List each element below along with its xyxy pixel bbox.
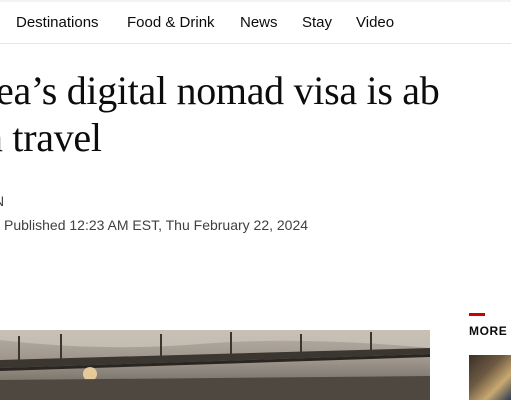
- article-byline[interactable]: N: [0, 193, 4, 209]
- headline-line-1: rea’s digital nomad visa is ab: [0, 68, 440, 113]
- published-timestamp: Published 12:23 AM EST, Thu February 22,…: [4, 217, 309, 233]
- article-headline: rea’s digital nomad visa is ab n travel: [0, 67, 440, 161]
- hero-bridge-scene: [0, 330, 430, 400]
- nav-item-video[interactable]: Video: [356, 14, 394, 32]
- more-sidebar: MORE: [469, 313, 511, 400]
- more-section-label: MORE: [469, 324, 508, 338]
- section-accent-rule: [469, 313, 485, 316]
- nav-item-food-drink[interactable]: Food & Drink: [127, 14, 215, 32]
- nav-item-stay[interactable]: Stay: [302, 14, 332, 32]
- hero-image: [0, 330, 430, 400]
- nav-item-destinations[interactable]: Destinations: [16, 14, 99, 32]
- top-navigation: Destinations Food & Drink News Stay Vide…: [0, 0, 511, 44]
- more-story-thumbnail[interactable]: [469, 355, 511, 400]
- nav-item-news[interactable]: News: [240, 14, 278, 32]
- nav-top-rule: [0, 0, 511, 2]
- headline-line-2: n travel: [0, 115, 102, 160]
